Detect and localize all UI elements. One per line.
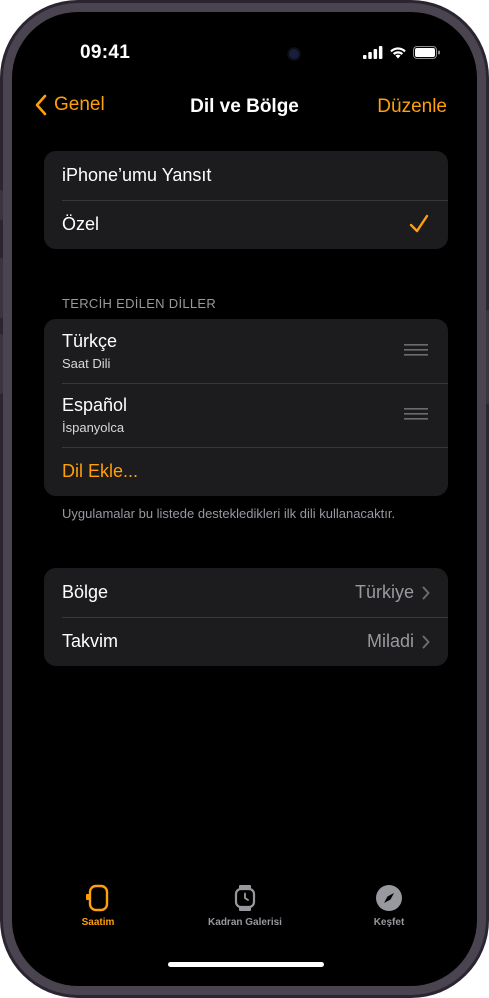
checkmark-icon	[409, 214, 429, 233]
region-row[interactable]: Bölge Türkiye	[44, 568, 448, 617]
front-camera	[289, 49, 299, 59]
tab-discover[interactable]: Keşfet	[364, 884, 414, 928]
volume-down-button[interactable]	[0, 334, 3, 394]
language-name: Español	[62, 395, 128, 415]
calendar-label: Takvim	[62, 631, 119, 651]
chevron-right-icon	[422, 635, 430, 648]
watch-face-icon	[234, 885, 256, 911]
status-time: 09:41	[80, 42, 131, 63]
home-indicator[interactable]	[168, 962, 324, 967]
language-row-spanish[interactable]: Español İspanyolca	[44, 383, 448, 447]
language-subtitle: İspanyolca	[62, 420, 125, 435]
status-icons	[363, 46, 441, 59]
languages-footnote: Uygulamalar bu listede destekledikleri i…	[62, 506, 396, 521]
watch-side-icon	[86, 884, 109, 912]
wifi-icon	[390, 47, 406, 59]
edit-button[interactable]: Düzenle	[377, 96, 447, 118]
tab-label: Saatim	[81, 917, 115, 928]
battery-icon	[413, 46, 440, 59]
preferred-languages-header: TERCİH EDİLEN DİLLER	[62, 296, 217, 311]
region-group: Bölge Türkiye Takvim Miladi	[44, 568, 448, 666]
region-value: Türkiye	[354, 582, 414, 602]
custom-row[interactable]: Özel	[44, 200, 448, 249]
languages-group: Türkçe Saat Dili Español İspanyolca Dil …	[44, 319, 448, 496]
custom-label: Özel	[62, 214, 100, 234]
mirror-iphone-row[interactable]: iPhone’umu Yansıt	[44, 151, 448, 200]
add-language-button[interactable]: Dil Ekle...	[44, 447, 448, 496]
reorder-handle-icon[interactable]	[404, 408, 428, 420]
action-button[interactable]	[0, 190, 3, 220]
tab-bar: Saatim Kadran Galerisi Keşfet	[12, 884, 477, 944]
compass-icon	[376, 885, 402, 911]
screen: 09:41 Genel Dil ve Bölge Düzenle iPhone’…	[12, 12, 477, 986]
language-subtitle: Saat Dili	[62, 356, 111, 371]
tab-label: Keşfet	[373, 917, 405, 928]
language-name: Türkçe	[62, 331, 118, 351]
reorder-handle-icon[interactable]	[404, 344, 428, 356]
chevron-right-icon	[422, 586, 430, 599]
tab-my-watch[interactable]: Saatim	[68, 884, 128, 928]
calendar-row[interactable]: Takvim Miladi	[44, 617, 448, 666]
cellular-signal-icon	[363, 46, 383, 59]
region-label: Bölge	[62, 582, 109, 602]
volume-up-button[interactable]	[0, 258, 3, 318]
calendar-value: Miladi	[366, 631, 414, 651]
mirror-iphone-label: iPhone’umu Yansıt	[62, 165, 212, 185]
tab-face-gallery[interactable]: Kadran Galerisi	[195, 884, 295, 928]
language-row-turkish[interactable]: Türkçe Saat Dili	[44, 319, 448, 383]
mirror-settings-group: iPhone’umu Yansıt Özel	[44, 151, 448, 249]
tab-label: Kadran Galerisi	[208, 917, 282, 928]
